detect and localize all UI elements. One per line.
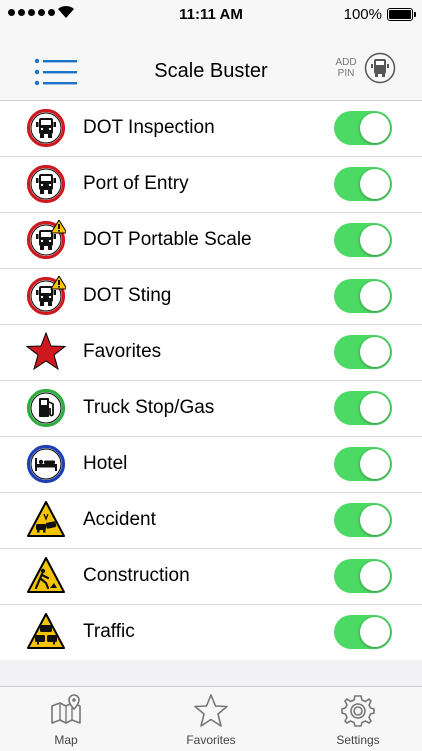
list-item: Favorites [0,325,422,381]
list-item: Accident [0,493,422,549]
list-item: Hotel [0,437,422,493]
layer-list: DOT Inspection Port of Entry DOT Portabl… [0,101,422,660]
layer-toggle-switch[interactable] [334,223,392,257]
list-item: DOT Inspection [0,101,422,157]
list-item: DOT Portable Scale [0,213,422,269]
layer-toggle-switch[interactable] [334,503,392,537]
list-item-label: DOT Portable Scale [83,229,252,250]
layer-toggle-switch[interactable] [334,167,392,201]
list-item-label: Port of Entry [83,173,189,194]
list-item-label: Favorites [83,341,162,362]
status-bar: 11:11 AM 100% [0,0,422,28]
construction-sign-icon [27,557,65,593]
toggle-knob [360,505,390,535]
tab-bar: Map Favorites Settings [0,686,422,751]
truck-warning-icon [26,220,66,260]
battery-icon [387,8,416,21]
map-icon [51,694,81,724]
tab-settings-label: Settings [336,733,380,747]
list-item-label: DOT Sting [83,285,172,306]
toggle-knob [360,169,390,199]
list-item-label: Hotel [83,453,128,474]
list-item-label: DOT Inspection [83,117,215,138]
traffic-sign-icon [27,613,65,649]
toggle-knob [360,617,390,647]
tab-map-label: Map [54,733,78,747]
layer-toggle-switch[interactable] [334,391,392,425]
toggle-knob [360,393,390,423]
tab-favorites-label: Favorites [186,733,236,747]
toggle-knob [360,113,390,143]
toggle-knob [360,449,390,479]
add-pin-label-line1: ADD [335,57,357,68]
battery-percentage: 100% [343,6,382,23]
tab-favorites[interactable]: Favorites [161,687,261,751]
list-item: DOT Sting [0,269,422,325]
layer-toggle-switch[interactable] [334,335,392,369]
accident-sign-icon [27,501,65,537]
tab-settings[interactable]: Settings [308,687,408,751]
navigation-bar: Scale Buster ADD PIN [0,28,422,101]
gas-pump-icon [26,388,66,428]
list-item: Construction [0,549,422,605]
toggle-knob [360,281,390,311]
star-outline-icon [194,694,228,727]
star-icon [26,332,66,371]
layer-toggle-switch[interactable] [334,559,392,593]
truck-warning-icon [26,276,66,316]
gear-icon [341,695,375,727]
toggle-knob [360,225,390,255]
tab-map[interactable]: Map [16,687,116,751]
layer-toggle-switch[interactable] [334,615,392,649]
list-item-label: Construction [83,565,190,586]
list-item-label: Accident [83,509,156,530]
add-pin-button[interactable]: ADD PIN [332,52,396,88]
truck-pin-icon [364,52,396,84]
list-item: Truck Stop/Gas [0,381,422,437]
list-item: Port of Entry [0,157,422,213]
bed-icon [26,444,66,484]
list-item: Traffic [0,605,422,660]
layer-toggle-switch[interactable] [334,447,392,481]
toggle-knob [360,337,390,367]
list-item-label: Traffic [83,621,135,642]
truck-circle-icon [26,164,66,204]
layer-toggle-switch[interactable] [334,279,392,313]
add-pin-label-line2: PIN [337,68,355,79]
toggle-knob [360,561,390,591]
layer-toggle-switch[interactable] [334,111,392,145]
list-item-label: Truck Stop/Gas [83,397,215,418]
truck-circle-icon [26,108,66,148]
